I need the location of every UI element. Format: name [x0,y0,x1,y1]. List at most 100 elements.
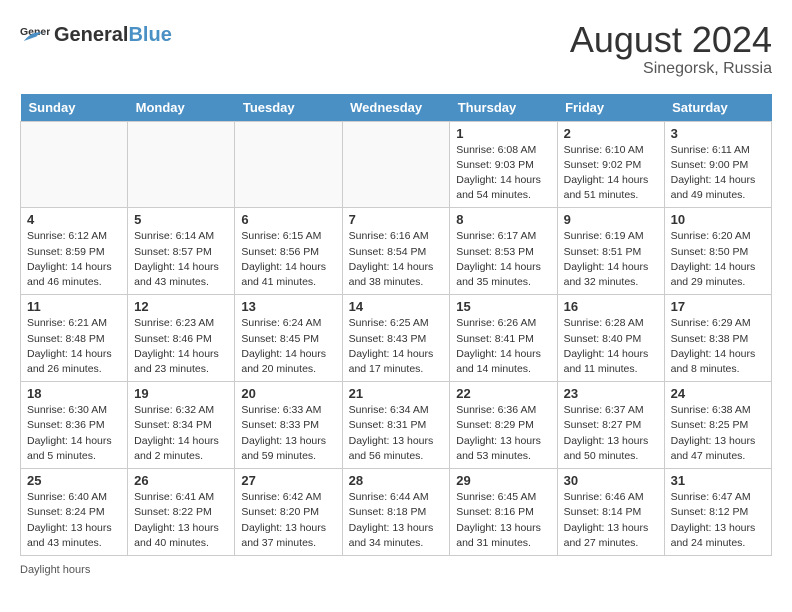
day-info: Sunrise: 6:34 AM Sunset: 8:31 PM Dayligh… [349,403,444,464]
calendar-week-5: 25 Sunrise: 6:40 AM Sunset: 8:24 PM Dayli… [21,469,772,556]
day-info: Sunrise: 6:26 AM Sunset: 8:41 PM Dayligh… [456,316,550,377]
day-number: 15 [456,299,550,314]
day-info: Sunrise: 6:20 AM Sunset: 8:50 PM Dayligh… [671,229,765,290]
day-number: 1 [456,126,550,141]
calendar-cell: 29 Sunrise: 6:45 AM Sunset: 8:16 PM Dayli… [450,469,557,556]
calendar-cell: 5 Sunrise: 6:14 AM Sunset: 8:57 PM Daylig… [128,208,235,295]
day-number: 23 [564,386,658,401]
calendar-cell: 2 Sunrise: 6:10 AM Sunset: 9:02 PM Daylig… [557,121,664,208]
day-number: 18 [27,386,121,401]
day-number: 24 [671,386,765,401]
day-number: 3 [671,126,765,141]
day-number: 29 [456,473,550,488]
day-number: 25 [27,473,121,488]
day-info: Sunrise: 6:28 AM Sunset: 8:40 PM Dayligh… [564,316,658,377]
logo-blue-text: Blue [128,24,171,47]
location: Sinegorsk, Russia [570,60,772,78]
calendar-header-saturday: Saturday [664,94,771,122]
day-info: Sunrise: 6:29 AM Sunset: 8:38 PM Dayligh… [671,316,765,377]
day-info: Sunrise: 6:30 AM Sunset: 8:36 PM Dayligh… [27,403,121,464]
day-info: Sunrise: 6:40 AM Sunset: 8:24 PM Dayligh… [27,490,121,551]
day-number: 11 [27,299,121,314]
day-info: Sunrise: 6:14 AM Sunset: 8:57 PM Dayligh… [134,229,228,290]
day-number: 7 [349,212,444,227]
day-info: Sunrise: 6:17 AM Sunset: 8:53 PM Dayligh… [456,229,550,290]
day-number: 17 [671,299,765,314]
day-number: 30 [564,473,658,488]
logo-icon: General [20,20,50,50]
page-header: General General Blue August 2024 Sinegor… [20,20,772,78]
day-info: Sunrise: 6:45 AM Sunset: 8:16 PM Dayligh… [456,490,550,551]
day-info: Sunrise: 6:24 AM Sunset: 8:45 PM Dayligh… [241,316,335,377]
day-number: 22 [456,386,550,401]
day-info: Sunrise: 6:47 AM Sunset: 8:12 PM Dayligh… [671,490,765,551]
calendar-header-monday: Monday [128,94,235,122]
calendar-cell: 31Sunrise: 6:47 AM Sunset: 8:12 PM Dayli… [664,469,771,556]
calendar-cell: 23 Sunrise: 6:37 AM Sunset: 8:27 PM Dayli… [557,382,664,469]
title-block: August 2024 Sinegorsk, Russia [570,20,772,78]
calendar-header-row: SundayMondayTuesdayWednesdayThursdayFrid… [21,94,772,122]
logo-general-text: General [54,24,128,47]
day-number: 10 [671,212,765,227]
calendar-table: SundayMondayTuesdayWednesdayThursdayFrid… [20,94,772,556]
day-info: Sunrise: 6:36 AM Sunset: 8:29 PM Dayligh… [456,403,550,464]
calendar-cell: 9Sunrise: 6:19 AM Sunset: 8:51 PM Daylig… [557,208,664,295]
day-number: 12 [134,299,228,314]
calendar-cell: 8Sunrise: 6:17 AM Sunset: 8:53 PM Daylig… [450,208,557,295]
day-info: Sunrise: 6:23 AM Sunset: 8:46 PM Dayligh… [134,316,228,377]
calendar-header-thursday: Thursday [450,94,557,122]
calendar-header-tuesday: Tuesday [235,94,342,122]
calendar-cell [21,121,128,208]
calendar-cell: 30 Sunrise: 6:46 AM Sunset: 8:14 PM Dayli… [557,469,664,556]
day-number: 26 [134,473,228,488]
day-number: 13 [241,299,335,314]
day-info: Sunrise: 6:37 AM Sunset: 8:27 PM Dayligh… [564,403,658,464]
day-info: Sunrise: 6:46 AM Sunset: 8:14 PM Dayligh… [564,490,658,551]
calendar-cell: 17 Sunrise: 6:29 AM Sunset: 8:38 PM Dayli… [664,295,771,382]
calendar-cell: 13 Sunrise: 6:24 AM Sunset: 8:45 PM Dayli… [235,295,342,382]
calendar-cell: 14Sunrise: 6:25 AM Sunset: 8:43 PM Dayli… [342,295,450,382]
day-info: Sunrise: 6:32 AM Sunset: 8:34 PM Dayligh… [134,403,228,464]
calendar-cell [235,121,342,208]
day-number: 2 [564,126,658,141]
day-number: 28 [349,473,444,488]
day-info: Sunrise: 6:41 AM Sunset: 8:22 PM Dayligh… [134,490,228,551]
day-number: 5 [134,212,228,227]
calendar-cell [128,121,235,208]
calendar-header-friday: Friday [557,94,664,122]
day-info: Sunrise: 6:25 AM Sunset: 8:43 PM Dayligh… [349,316,444,377]
footer-note: Daylight hours [20,564,772,576]
calendar-cell: 27Sunrise: 6:42 AM Sunset: 8:20 PM Dayli… [235,469,342,556]
day-number: 19 [134,386,228,401]
logo: General General Blue [20,20,172,50]
calendar-cell: 20 Sunrise: 6:33 AM Sunset: 8:33 PM Dayli… [235,382,342,469]
calendar-header-sunday: Sunday [21,94,128,122]
day-number: 16 [564,299,658,314]
calendar-cell: 6 Sunrise: 6:15 AM Sunset: 8:56 PM Daylig… [235,208,342,295]
calendar-cell: 15 Sunrise: 6:26 AM Sunset: 8:41 PM Dayli… [450,295,557,382]
day-number: 20 [241,386,335,401]
calendar-cell: 12 Sunrise: 6:23 AM Sunset: 8:46 PM Dayli… [128,295,235,382]
day-info: Sunrise: 6:10 AM Sunset: 9:02 PM Dayligh… [564,143,658,204]
calendar-cell: 7Sunrise: 6:16 AM Sunset: 8:54 PM Daylig… [342,208,450,295]
calendar-cell: 3 Sunrise: 6:11 AM Sunset: 9:00 PM Daylig… [664,121,771,208]
day-info: Sunrise: 6:08 AM Sunset: 9:03 PM Dayligh… [456,143,550,204]
calendar-cell: 16 Sunrise: 6:28 AM Sunset: 8:40 PM Dayli… [557,295,664,382]
calendar-cell: 28 Sunrise: 6:44 AM Sunset: 8:18 PM Dayli… [342,469,450,556]
calendar-cell: 24 Sunrise: 6:38 AM Sunset: 8:25 PM Dayli… [664,382,771,469]
calendar-week-4: 18 Sunrise: 6:30 AM Sunset: 8:36 PM Dayli… [21,382,772,469]
day-info: Sunrise: 6:15 AM Sunset: 8:56 PM Dayligh… [241,229,335,290]
calendar-cell: 1 Sunrise: 6:08 AM Sunset: 9:03 PM Daylig… [450,121,557,208]
day-info: Sunrise: 6:19 AM Sunset: 8:51 PM Dayligh… [564,229,658,290]
day-info: Sunrise: 6:21 AM Sunset: 8:48 PM Dayligh… [27,316,121,377]
day-info: Sunrise: 6:11 AM Sunset: 9:00 PM Dayligh… [671,143,765,204]
day-info: Sunrise: 6:44 AM Sunset: 8:18 PM Dayligh… [349,490,444,551]
calendar-cell [342,121,450,208]
day-info: Sunrise: 6:38 AM Sunset: 8:25 PM Dayligh… [671,403,765,464]
day-number: 6 [241,212,335,227]
calendar-week-1: 1 Sunrise: 6:08 AM Sunset: 9:03 PM Daylig… [21,121,772,208]
calendar-header-wednesday: Wednesday [342,94,450,122]
day-info: Sunrise: 6:33 AM Sunset: 8:33 PM Dayligh… [241,403,335,464]
calendar-week-2: 4Sunrise: 6:12 AM Sunset: 8:59 PM Daylig… [21,208,772,295]
calendar-cell: 26 Sunrise: 6:41 AM Sunset: 8:22 PM Dayli… [128,469,235,556]
